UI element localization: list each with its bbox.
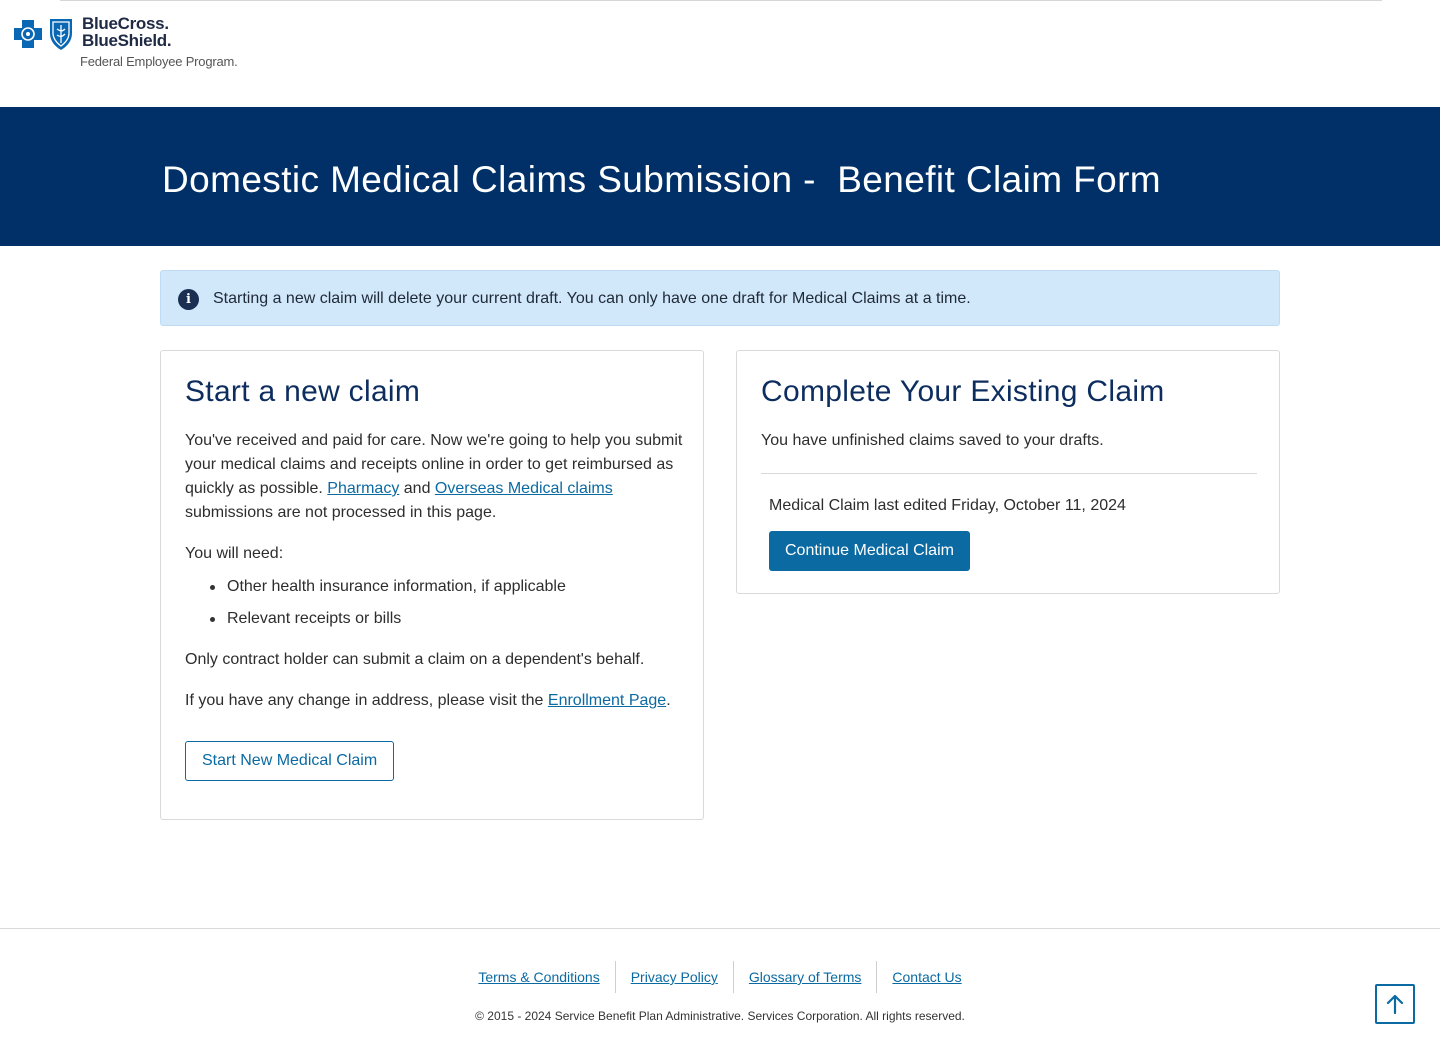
page-title: Domestic Medical Claims Submission - Ben…	[162, 159, 1162, 200]
blue-cross-blue-shield-icon	[14, 19, 72, 50]
you-will-need-label: You will need:	[185, 545, 284, 562]
new-claim-intro: You've received and paid for care. Now w…	[185, 429, 685, 525]
list-item: Relevant receipts or bills	[209, 607, 566, 639]
privacy-policy-link[interactable]: Privacy Policy	[616, 961, 733, 993]
address-period: .	[666, 692, 671, 709]
logo-blueshield-text: BlueShield.	[82, 31, 172, 50]
pharmacy-link[interactable]: Pharmacy	[327, 480, 399, 497]
alert-text: Starting a new claim will delete your cu…	[213, 290, 971, 307]
bcbs-fep-logo[interactable]: BlueCross. BlueShield. Federal Employee …	[12, 14, 252, 74]
start-new-medical-claim-button[interactable]: Start New Medical Claim	[185, 741, 395, 781]
address-change-note: If you have any change in address, pleas…	[185, 689, 671, 713]
copyright-text: © 2015 - 2024 Service Benefit Plan Admin…	[475, 1009, 965, 1023]
existing-claim-card: Complete Your Existing Claim You have un…	[736, 350, 1280, 594]
arrow-up-icon	[1386, 994, 1404, 1014]
back-to-top-button[interactable]	[1375, 984, 1415, 1024]
existing-claim-heading: Complete Your Existing Claim	[761, 375, 1165, 408]
list-item: Other health insurance information, if a…	[209, 575, 566, 607]
contact-us-link[interactable]: Contact Us	[877, 961, 976, 993]
contract-holder-note: Only contract holder can submit a claim …	[185, 651, 645, 668]
enrollment-page-link[interactable]: Enrollment Page	[548, 692, 666, 709]
footer-links: Terms & Conditions Privacy Policy Glossary…	[0, 961, 1440, 993]
card-divider	[761, 473, 1257, 474]
start-new-claim-card: Start a new claim You've received and pa…	[160, 350, 704, 820]
drafts-note: You have unfinished claims saved to your…	[761, 432, 1104, 449]
continue-medical-claim-button[interactable]: Continue Medical Claim	[769, 531, 970, 571]
logo-fep-text: Federal Employee Program.	[80, 54, 238, 69]
address-text: If you have any change in address, pleas…	[185, 692, 548, 709]
terms-conditions-link[interactable]: Terms & Conditions	[463, 961, 614, 993]
new-claim-heading: Start a new claim	[185, 375, 421, 408]
last-edited-text: Medical Claim last edited Friday, Octobe…	[769, 497, 1126, 514]
draft-warning-alert: i Starting a new claim will delete your …	[160, 270, 1280, 326]
page-banner: Domestic Medical Claims Submission - Ben…	[0, 107, 1440, 246]
and-text: and	[399, 480, 435, 497]
intro-text-end: submissions are not processed in this pa…	[185, 504, 497, 521]
info-icon: i	[178, 289, 199, 310]
overseas-medical-claims-link[interactable]: Overseas Medical claims	[435, 480, 613, 497]
site-header: BlueCross. BlueShield. Federal Employee …	[0, 0, 1440, 107]
site-footer: Terms & Conditions Privacy Policy Glossary…	[0, 928, 1440, 1048]
glossary-link[interactable]: Glossary of Terms	[734, 961, 877, 993]
requirements-list: Other health insurance information, if a…	[209, 575, 566, 639]
